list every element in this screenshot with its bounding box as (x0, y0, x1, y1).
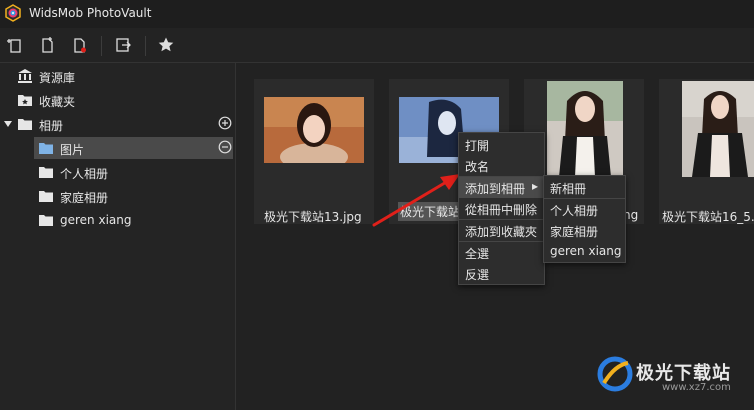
remove-album-icon[interactable] (218, 140, 232, 154)
menu-item-add-to-favorites[interactable]: 添加到收藏夾 (459, 220, 544, 241)
sidebar-item-favorites[interactable]: 收藏夹 (0, 89, 235, 111)
sidebar-label: 相册 (39, 119, 64, 133)
photo-filename: 极光下载站16_5. (662, 210, 754, 224)
menu-item-add-to-album[interactable]: 添加到相冊 ▸ (459, 177, 544, 198)
folder-icon (39, 215, 53, 226)
delete-file-icon[interactable] (70, 36, 88, 54)
title-bar: WidsMob PhotoVault (0, 0, 754, 28)
sidebar-label: 图片 (60, 143, 85, 157)
sidebar-label: 家庭相册 (60, 191, 109, 205)
sidebar: 資源庫 收藏夹 相册 图片 个人相册 家庭相册 geren xiang (0, 63, 236, 410)
favorites-folder-icon (18, 95, 32, 106)
new-file-icon[interactable] (38, 36, 56, 54)
export-icon[interactable] (114, 36, 132, 54)
annotation-arrow (372, 174, 460, 227)
submenu-item-album[interactable]: 家庭相册 (544, 220, 625, 241)
submenu-item-album[interactable]: 个人相册 (544, 199, 625, 220)
menu-item-rename[interactable]: 改名 (459, 155, 544, 176)
import-photo-icon[interactable] (6, 36, 24, 54)
folder-icon (39, 167, 53, 178)
photo-thumbnail (682, 81, 754, 177)
toolbar-separator (101, 36, 102, 56)
add-album-icon[interactable] (218, 116, 232, 130)
sidebar-item-library[interactable]: 資源庫 (0, 65, 235, 87)
sidebar-label: geren xiang (60, 213, 132, 227)
folder-icon (18, 119, 32, 130)
library-icon (18, 69, 32, 83)
watermark-logo-icon (597, 356, 633, 392)
folder-icon (39, 143, 53, 154)
menu-item-select-all[interactable]: 全選 (459, 242, 544, 263)
menu-item-remove-from-album[interactable]: 從相冊中刪除 (459, 198, 544, 219)
star-icon[interactable] (157, 36, 175, 54)
photo-card[interactable] (254, 79, 374, 224)
album-submenu: 新相冊 个人相册 家庭相册 geren xiang (543, 175, 626, 263)
toolbar (0, 28, 754, 63)
photo-thumbnail (547, 81, 623, 177)
menu-item-invert-selection[interactable]: 反選 (459, 263, 544, 284)
watermark: 极光下载站 www.xz7.com (596, 355, 746, 395)
toolbar-separator (145, 36, 146, 56)
sidebar-album-item[interactable]: 家庭相册 (0, 185, 235, 207)
photo-thumbnail (264, 97, 364, 163)
menu-item-open[interactable]: 打開 (459, 134, 544, 155)
sidebar-label: 收藏夹 (39, 95, 76, 109)
photo-card[interactable] (659, 79, 754, 224)
submenu-arrow-icon: ▸ (532, 179, 539, 193)
app-logo-icon (5, 4, 21, 22)
watermark-url: www.xz7.com (662, 382, 731, 393)
submenu-item-album[interactable]: geren xiang (544, 241, 625, 262)
sidebar-album-item[interactable]: geren xiang (0, 209, 235, 231)
sidebar-album-item[interactable]: 图片 (34, 137, 233, 159)
sidebar-item-albums[interactable]: 相册 (0, 113, 235, 135)
sidebar-label: 个人相册 (60, 167, 109, 181)
submenu-item-new-album[interactable]: 新相冊 (544, 177, 625, 198)
sidebar-album-item[interactable]: 个人相册 (0, 161, 235, 183)
expand-triangle-icon[interactable] (2, 116, 18, 132)
app-title: WidsMob PhotoVault (29, 6, 152, 20)
folder-icon (39, 191, 53, 202)
context-menu: 打開 改名 添加到相冊 ▸ 從相冊中刪除 添加到收藏夾 全選 反選 (458, 132, 545, 285)
photo-filename: 极光下载站13.jpg (264, 210, 362, 224)
sidebar-label: 資源庫 (39, 71, 76, 85)
